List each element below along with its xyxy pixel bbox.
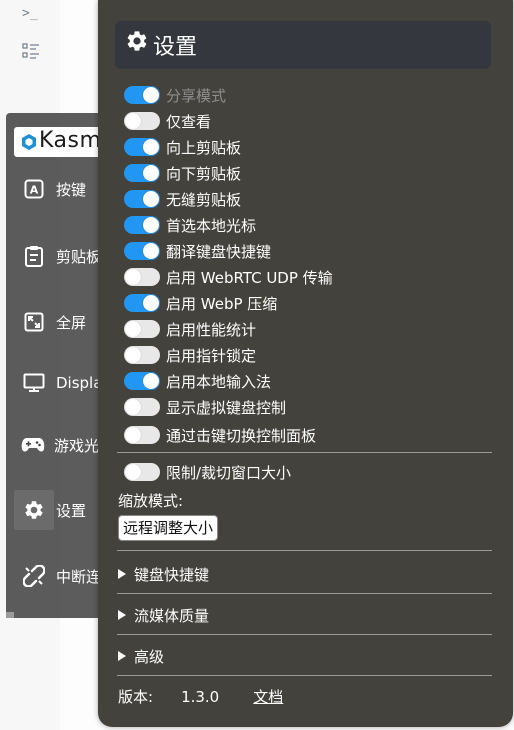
option-translate-shortcuts[interactable]: 翻译键盘快捷键 bbox=[124, 239, 271, 263]
option-clip-window[interactable]: 限制/裁切窗口大小 bbox=[124, 460, 291, 484]
settings-panel: 设置 分享模式 仅查看 向上剪贴板 向下剪贴板 无缝剪贴板 首选本地光标 翻译键… bbox=[98, 0, 513, 727]
option-pointer-lock[interactable]: 启用指针锁定 bbox=[124, 343, 256, 367]
option-clipboard-down[interactable]: 向下剪贴板 bbox=[124, 161, 241, 185]
sidebar-item-label: 全屏 bbox=[56, 313, 87, 332]
option-label: 向下剪贴板 bbox=[166, 164, 242, 183]
option-label: 分享模式 bbox=[166, 86, 227, 105]
clipboard-icon bbox=[14, 236, 54, 276]
kasm-logo-icon bbox=[22, 134, 36, 154]
option-label: 启用 WebRTC UDP 传输 bbox=[166, 268, 333, 287]
terminal-icon[interactable]: >_ bbox=[22, 6, 38, 21]
scale-mode-label: 缩放模式: bbox=[118, 492, 184, 510]
option-webrtc-udp[interactable]: 启用 WebRTC UDP 传输 bbox=[124, 265, 333, 289]
toggle-switch[interactable] bbox=[124, 426, 160, 444]
divider bbox=[117, 550, 492, 551]
option-perf-stats[interactable]: 启用性能统计 bbox=[124, 317, 256, 341]
option-label: 启用性能统计 bbox=[166, 320, 257, 339]
scale-mode-select[interactable]: 远程调整大小 bbox=[118, 515, 219, 541]
toggle-switch[interactable] bbox=[124, 320, 160, 338]
toggle-switch[interactable] bbox=[124, 294, 160, 312]
option-share-mode: 分享模式 bbox=[124, 83, 226, 107]
gamepad-icon bbox=[14, 425, 52, 465]
toggle-switch[interactable] bbox=[124, 463, 160, 481]
option-clipboard-up[interactable]: 向上剪贴板 bbox=[124, 135, 241, 159]
toggle-switch bbox=[124, 86, 160, 104]
sidebar-item-label: 设置 bbox=[56, 501, 87, 520]
option-local-ime[interactable]: 启用本地输入法 bbox=[124, 369, 271, 393]
settings-title: 设置 bbox=[153, 35, 198, 60]
section-label: 键盘快捷键 bbox=[134, 565, 210, 584]
option-label: 翻译键盘快捷键 bbox=[166, 242, 272, 261]
toggle-switch[interactable] bbox=[124, 398, 160, 416]
option-label: 启用本地输入法 bbox=[166, 372, 272, 391]
toggle-switch[interactable] bbox=[124, 346, 160, 364]
keyboard-a-icon: A bbox=[14, 169, 54, 209]
gear-icon bbox=[14, 490, 54, 530]
display-icon bbox=[14, 363, 54, 403]
option-label: 首选本地光标 bbox=[166, 216, 257, 235]
toggle-switch[interactable] bbox=[124, 190, 160, 208]
toggle-switch[interactable] bbox=[124, 216, 160, 234]
option-webp-compression[interactable]: 启用 WebP 压缩 bbox=[124, 291, 277, 315]
toggle-switch[interactable] bbox=[124, 242, 160, 260]
section-advanced[interactable]: 高级 bbox=[118, 643, 164, 669]
version-row: 版本: 1.3.0 文档 bbox=[118, 686, 283, 707]
option-prefer-local-cursor[interactable]: 首选本地光标 bbox=[124, 213, 256, 237]
option-view-only[interactable]: 仅查看 bbox=[124, 109, 211, 133]
divider bbox=[117, 634, 492, 635]
list-icon[interactable] bbox=[22, 42, 40, 64]
control-bar-handle[interactable] bbox=[6, 612, 14, 618]
section-stream-quality[interactable]: 流媒体质量 bbox=[118, 602, 209, 628]
expand-triangle-icon bbox=[118, 610, 126, 620]
sidebar-item-label: 按键 bbox=[56, 180, 87, 199]
fullscreen-icon bbox=[14, 302, 54, 342]
sidebar-item-label: 剪贴板 bbox=[56, 247, 102, 266]
divider bbox=[117, 675, 492, 676]
expand-triangle-icon bbox=[118, 569, 126, 579]
version-label: 版本: bbox=[118, 688, 154, 706]
divider bbox=[117, 593, 492, 594]
option-label: 通过击键切换控制面板 bbox=[166, 426, 317, 445]
divider bbox=[117, 452, 492, 453]
svg-text:A: A bbox=[30, 184, 39, 197]
option-label: 仅查看 bbox=[166, 112, 212, 131]
toggle-switch[interactable] bbox=[124, 138, 160, 156]
toggle-switch[interactable] bbox=[124, 164, 160, 182]
docs-link[interactable]: 文档 bbox=[253, 686, 283, 707]
option-label: 限制/裁切窗口大小 bbox=[166, 463, 292, 482]
section-keyboard-shortcuts[interactable]: 键盘快捷键 bbox=[118, 561, 209, 587]
version-number: 1.3.0 bbox=[181, 687, 220, 706]
disconnect-icon bbox=[14, 556, 54, 596]
option-label: 显示虚拟键盘控制 bbox=[166, 398, 287, 417]
gear-icon bbox=[125, 29, 149, 57]
settings-header: 设置 bbox=[115, 21, 491, 69]
toggle-switch[interactable] bbox=[124, 372, 160, 390]
toggle-switch[interactable] bbox=[124, 112, 160, 130]
toggle-switch[interactable] bbox=[124, 268, 160, 286]
section-label: 流媒体质量 bbox=[134, 606, 210, 625]
option-label: 无缝剪贴板 bbox=[166, 190, 242, 209]
option-label: 向上剪贴板 bbox=[166, 138, 242, 157]
option-virtual-keyboard[interactable]: 显示虚拟键盘控制 bbox=[124, 395, 286, 419]
section-label: 高级 bbox=[134, 647, 165, 666]
expand-triangle-icon bbox=[118, 651, 126, 661]
option-label: 启用指针锁定 bbox=[166, 346, 257, 365]
option-toggle-panel-keystroke[interactable]: 通过击键切换控制面板 bbox=[124, 423, 316, 447]
option-label: 启用 WebP 压缩 bbox=[166, 294, 278, 313]
option-seamless-clipboard[interactable]: 无缝剪贴板 bbox=[124, 187, 241, 211]
